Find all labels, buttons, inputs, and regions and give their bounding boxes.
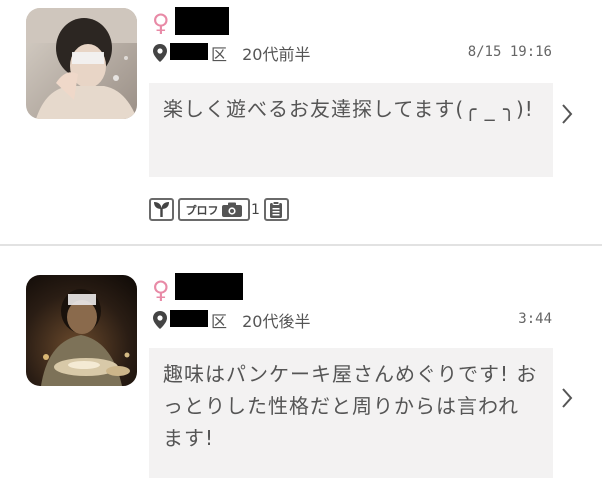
- location-age: 区 20代前半: [211, 41, 310, 65]
- post-time: 3:44: [518, 311, 552, 327]
- profile-badges: プロフ 1: [149, 197, 289, 222]
- sprout-icon: [154, 202, 169, 217]
- memo-icon: [270, 200, 283, 218]
- chevron-right-icon[interactable]: [560, 103, 574, 125]
- sprout-badge: [149, 198, 174, 221]
- avatar[interactable]: [26, 8, 137, 119]
- post-card[interactable]: ♀ 区 20代前半 8/15 19:16 楽しく遊べるお友達探してます(╭ _ …: [0, 0, 602, 244]
- post-time: 8/15 19:16: [467, 44, 552, 60]
- username-redacted: [175, 273, 243, 300]
- profile-photo-badge: プロフ: [178, 198, 250, 221]
- message-text: 楽しく遊べるお友達探してます(╭ _ ╮)!: [163, 97, 534, 121]
- age-range: 20代後半: [242, 312, 311, 331]
- area-redacted: [170, 310, 208, 327]
- post-card[interactable]: ♀ 区 20代後半 3:44 趣味はパンケーキ屋さんめぐりです! おっとりした性…: [0, 246, 602, 482]
- age-range: 20代前半: [242, 45, 311, 64]
- camera-icon: [221, 202, 242, 217]
- area-suffix: 区: [211, 45, 228, 64]
- chevron-right-icon[interactable]: [560, 387, 574, 409]
- gender-female-icon: ♀: [152, 276, 170, 304]
- avatar-photo: [26, 275, 137, 386]
- location-pin-icon: [153, 311, 167, 329]
- message-bubble[interactable]: 趣味はパンケーキ屋さんめぐりです! おっとりした性格だと周りからは言われます!: [149, 348, 553, 478]
- area-redacted: [170, 43, 208, 60]
- avatar-photo: [26, 8, 137, 119]
- gender-female-icon: ♀: [152, 9, 170, 37]
- location-age: 区 20代後半: [211, 308, 310, 332]
- avatar[interactable]: [26, 275, 137, 386]
- area-suffix: 区: [211, 312, 228, 331]
- message-text: 趣味はパンケーキ屋さんめぐりです! おっとりした性格だと周りからは言われます!: [163, 362, 538, 450]
- username-redacted: [175, 7, 229, 35]
- profile-label: プロフ: [185, 203, 219, 217]
- photo-count: 1: [251, 201, 260, 218]
- message-bubble[interactable]: 楽しく遊べるお友達探してます(╭ _ ╮)!: [149, 83, 553, 177]
- memo-badge: [263, 198, 289, 221]
- location-pin-icon: [153, 44, 167, 62]
